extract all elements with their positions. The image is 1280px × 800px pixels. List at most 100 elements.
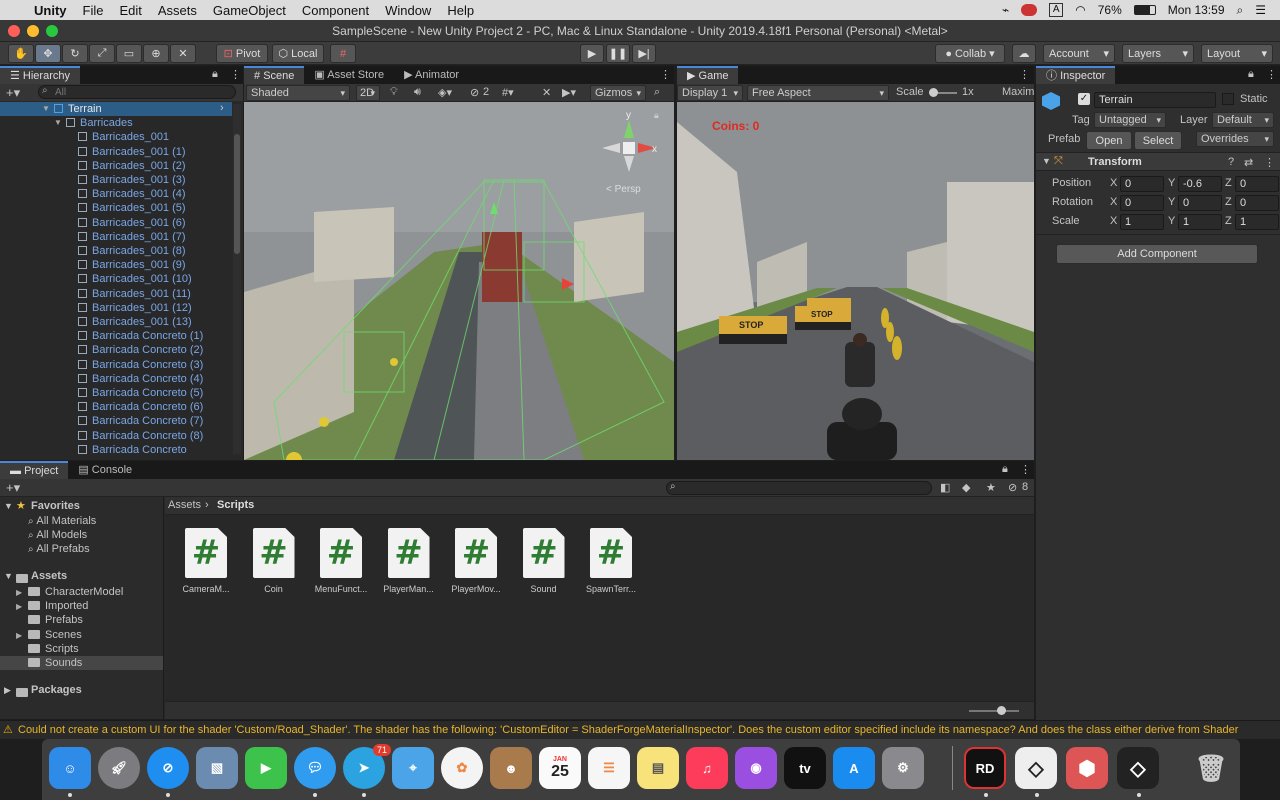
apple-tv-icon[interactable]: tv — [784, 747, 826, 789]
asset-folder-item[interactable]: Imported — [28, 600, 88, 612]
asset-folder-item[interactable]: CharacterModel — [28, 586, 123, 598]
layout-dropdown[interactable]: Layout ▾ — [1201, 44, 1273, 63]
hierarchy-scrollbar[interactable] — [233, 104, 241, 454]
hierarchy-item[interactable]: Barricades_001 (2) — [78, 159, 186, 173]
hierarchy-item[interactable]: Barricades_001 (11) — [78, 287, 191, 301]
hierarchy-item[interactable]: Barricada Concreto — [78, 443, 187, 457]
preview-icon[interactable]: ▧ — [196, 747, 238, 789]
spotlight-search-icon[interactable]: ⌕ — [1237, 3, 1244, 18]
calendar-icon[interactable]: JAN 25 — [539, 747, 581, 789]
hierarchy-item[interactable]: Barricada Concreto (2) — [78, 343, 203, 357]
tab-hierarchy[interactable]: ☰ Hierarchy — [0, 66, 80, 84]
display-dropdown[interactable]: Display 1 — [677, 85, 743, 101]
chevron-right-icon[interactable]: ▶ — [16, 631, 22, 640]
control-center-icon[interactable]: ☰ — [1255, 3, 1266, 17]
grid-toggle-icon[interactable]: #▾ — [502, 86, 514, 99]
minimize-window-button[interactable] — [27, 25, 39, 37]
axis-label-x[interactable]: X — [1110, 196, 1117, 208]
project-search-input[interactable] — [666, 481, 932, 495]
hierarchy-item[interactable]: Barricada Concreto (8) — [78, 429, 203, 443]
hidden-packages-icon[interactable]: ⊘ — [1008, 481, 1017, 494]
asset-folder-item[interactable]: Scripts — [28, 643, 79, 655]
pause-button[interactable]: ❚❚ — [606, 44, 630, 63]
hierarchy-search-input[interactable] — [38, 85, 236, 99]
transform-z-field[interactable]: 0 — [1235, 176, 1279, 192]
transform-x-field[interactable]: 0 — [1120, 176, 1164, 192]
tab-console[interactable]: ▤ Console — [68, 461, 142, 479]
podcasts-icon[interactable]: ◉ — [735, 747, 777, 789]
local-toggle[interactable]: ⬡ Local — [272, 44, 324, 63]
facetime-icon[interactable]: ▶ — [245, 747, 287, 789]
play-button[interactable]: ▶ — [580, 44, 604, 63]
safari-icon[interactable]: ⊘ — [147, 747, 189, 789]
transform-y-field[interactable]: 0 — [1178, 195, 1222, 211]
creative-cloud-icon[interactable]: ⌁ — [1002, 3, 1009, 17]
chevron-right-icon[interactable]: ▶ — [4, 685, 11, 696]
create-dropdown-button[interactable]: +▾ — [6, 85, 20, 101]
hierarchy-item[interactable]: Barricada Concreto (1) — [78, 329, 203, 343]
favorite-item[interactable]: ⌕ All Prefabs — [28, 543, 90, 555]
hierarchy-item[interactable]: Barricades_001 (10) — [78, 272, 192, 286]
transform-header[interactable]: ▼ ⤧ Transform ? ⇄ ⋮ — [1036, 152, 1280, 171]
account-dropdown[interactable]: Account ▾ — [1043, 44, 1115, 63]
transform-y-field[interactable]: -0.6 — [1178, 176, 1222, 192]
menu-gameobject[interactable]: GameObject — [205, 3, 294, 18]
game-viewport[interactable]: Coins: 0 STOP STOP — [677, 102, 1034, 460]
hierarchy-item[interactable]: Barricades_001 (9) — [78, 258, 186, 272]
effects-toggle-icon[interactable]: ◈▾ — [438, 86, 452, 99]
axis-label-y[interactable]: Y — [1168, 177, 1175, 189]
finder-icon[interactable]: ☺ — [49, 747, 91, 789]
chevron-down-icon[interactable]: ▼ — [4, 501, 13, 511]
favorites-star-icon[interactable]: ★ — [986, 481, 996, 494]
notes-icon[interactable]: ▤ — [637, 747, 679, 789]
notification-badge-icon[interactable] — [1021, 4, 1038, 16]
system-preferences-icon[interactable]: ⚙ — [882, 747, 924, 789]
transform-z-field[interactable]: 1 — [1235, 214, 1279, 230]
maximize-on-play-toggle[interactable]: Maxim — [1002, 86, 1034, 98]
audio-toggle-icon[interactable]: 🔊︎ — [414, 86, 421, 99]
hierarchy-item[interactable]: ▼ Barricades — [54, 116, 133, 130]
scale-tool-button[interactable]: ⤢ — [89, 44, 115, 63]
add-component-button[interactable]: Add Component — [1056, 244, 1258, 264]
close-window-button[interactable] — [8, 25, 20, 37]
rect-tool-button[interactable]: ▭ — [116, 44, 142, 63]
layer-dropdown[interactable]: Default — [1212, 112, 1274, 128]
hand-tool-button[interactable]: ✋ — [8, 44, 34, 63]
static-label[interactable]: Static — [1240, 93, 1268, 105]
kebab-menu-icon[interactable]: ⋮ — [1266, 68, 1277, 81]
lock-icon[interactable]: 🔒︎ — [212, 68, 218, 81]
search-by-label-icon[interactable]: ◆ — [962, 481, 970, 494]
tab-game[interactable]: ▶ Game — [677, 66, 739, 84]
input-source-icon[interactable]: A — [1049, 3, 1064, 17]
tab-inspector[interactable]: ⓘ Inspector — [1036, 66, 1116, 84]
transform-x-field[interactable]: 0 — [1120, 195, 1164, 211]
axis-label-y[interactable]: Y — [1168, 196, 1175, 208]
custom-tool-button[interactable]: ✕ — [170, 44, 196, 63]
cloud-services-button[interactable]: ☁ — [1012, 44, 1036, 63]
hierarchy-item[interactable]: Barricada Concreto (5) — [78, 386, 203, 400]
menu-edit[interactable]: Edit — [111, 3, 149, 18]
projection-label[interactable]: < Persp — [606, 184, 641, 195]
launchpad-icon[interactable]: 🚀︎ — [98, 747, 140, 789]
hierarchy-item[interactable]: Barricada Concreto (3) — [78, 358, 203, 372]
breadcrumb-scripts[interactable]: Scripts — [217, 499, 254, 511]
assets-label[interactable]: Assets — [31, 570, 67, 582]
unity-package-icon[interactable]: ⬢ — [1066, 747, 1108, 789]
object-name-field[interactable]: Terrain — [1094, 92, 1216, 108]
zoom-window-button[interactable] — [46, 25, 58, 37]
maps-icon[interactable]: ⌖ — [392, 747, 434, 789]
photos-icon[interactable]: ✿ — [441, 747, 483, 789]
hierarchy-item[interactable]: Barricades_001 (12) — [78, 301, 192, 315]
tab-asset-store[interactable]: ▣ Asset Store — [304, 66, 394, 84]
hierarchy-item[interactable]: Barricades_001 (6) — [78, 216, 186, 230]
script-asset[interactable]: # PlayerMov... — [446, 528, 506, 594]
contacts-icon[interactable]: ☻ — [490, 747, 532, 789]
asset-folder-item[interactable]: Prefabs — [28, 614, 83, 626]
tab-animator[interactable]: ▶ Animator — [394, 66, 469, 84]
script-asset[interactable]: # Sound — [514, 528, 574, 594]
tag-dropdown[interactable]: Untagged — [1094, 112, 1166, 128]
gizmos-dropdown[interactable]: Gizmos — [590, 85, 646, 101]
kebab-menu-icon[interactable]: ⋮ — [1019, 68, 1030, 81]
collab-dropdown[interactable]: ● Collab ▾ — [935, 44, 1005, 63]
packages-label[interactable]: Packages — [31, 684, 82, 696]
